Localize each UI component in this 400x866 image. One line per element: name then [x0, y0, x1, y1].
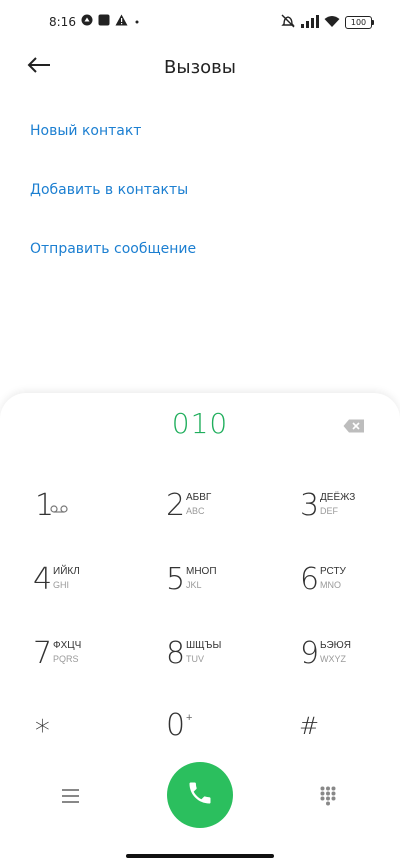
key-hash[interactable]: #	[299, 702, 400, 760]
key-8[interactable]: 8 ШЩЪЫ TUV	[166, 630, 276, 688]
key-5[interactable]: 5 МНОП JKL	[166, 556, 276, 614]
app-square-icon	[98, 14, 110, 29]
key-letters: МНОП	[186, 566, 217, 577]
key-digit: 9	[300, 636, 320, 671]
key-9[interactable]: 9 ЬЭЮЯ WXYZ	[300, 630, 400, 688]
wifi-icon	[324, 13, 340, 32]
key-digit: 8	[166, 636, 186, 671]
mute-icon	[280, 13, 296, 32]
key-digit: 5	[166, 562, 186, 597]
key-digit: 6	[300, 562, 320, 597]
key-star[interactable]: ∗	[33, 702, 143, 760]
page-title: Вызовы	[164, 57, 236, 78]
key-latin: ABC	[186, 506, 205, 516]
key-latin: MNO	[320, 580, 341, 590]
key-latin: TUV	[186, 654, 204, 664]
key-3[interactable]: 3 ДЕЁЖЗ DEF	[300, 482, 400, 540]
app-icon	[81, 14, 93, 29]
key-letters: АБВГ	[186, 492, 212, 503]
signal-icon	[301, 13, 319, 32]
key-digit: 0	[166, 708, 186, 743]
key-letters: ФХЦЧ	[53, 640, 82, 651]
key-plus: +	[186, 712, 193, 724]
key-digit: ∗	[33, 708, 52, 743]
call-button[interactable]	[167, 762, 233, 828]
status-left: 8:16	[49, 14, 141, 29]
key-4[interactable]: 4 ИЙКЛ GHI	[33, 556, 143, 614]
menu-icon	[62, 788, 79, 807]
key-digit: 7	[33, 636, 53, 671]
status-right: 100	[280, 13, 374, 32]
key-letters: ЬЭЮЯ	[320, 640, 351, 651]
header: Вызовы	[0, 44, 400, 90]
key-digit: 3	[300, 488, 320, 523]
dialpad-icon	[320, 786, 336, 810]
dialpad-toggle-button[interactable]	[320, 786, 336, 810]
key-latin: PQRS	[53, 654, 79, 664]
key-letters: ИЙКЛ	[53, 566, 80, 577]
key-latin: WXYZ	[320, 654, 346, 664]
key-digit: #	[299, 712, 320, 740]
key-digit: 4	[33, 562, 53, 597]
status-time: 8:16	[49, 14, 76, 29]
key-letters: РСТУ	[320, 566, 346, 577]
key-latin: GHI	[53, 580, 70, 590]
warning-icon	[115, 14, 128, 29]
key-7[interactable]: 7 ФХЦЧ PQRS	[33, 630, 143, 688]
battery-icon: 100	[345, 16, 374, 29]
key-1[interactable]: 1	[35, 482, 145, 540]
backspace-button[interactable]	[343, 418, 369, 434]
add-to-contacts-link[interactable]: Добавить в контакты	[30, 182, 188, 198]
backspace-icon	[343, 418, 365, 437]
menu-button[interactable]	[62, 788, 79, 807]
key-6[interactable]: 6 РСТУ MNO	[300, 556, 400, 614]
key-digit: 2	[166, 488, 186, 523]
key-2[interactable]: 2 АБВГ ABC	[166, 482, 276, 540]
key-latin: JKL	[186, 580, 202, 590]
key-latin: DEF	[320, 506, 338, 516]
phone-icon	[186, 779, 214, 811]
status-bar: 8:16 100	[0, 0, 400, 44]
dialed-number: 010	[171, 407, 229, 440]
voicemail-icon	[50, 498, 68, 517]
key-letters: ШЩЪЫ	[186, 640, 222, 651]
home-indicator[interactable]	[126, 854, 274, 858]
key-letters: ДЕЁЖЗ	[320, 492, 356, 503]
send-message-link[interactable]: Отправить сообщение	[30, 241, 196, 257]
battery-level: 100	[350, 18, 367, 27]
dot-icon	[133, 15, 141, 29]
key-0[interactable]: 0 +	[166, 702, 276, 760]
new-contact-link[interactable]: Новый контакт	[30, 123, 141, 139]
